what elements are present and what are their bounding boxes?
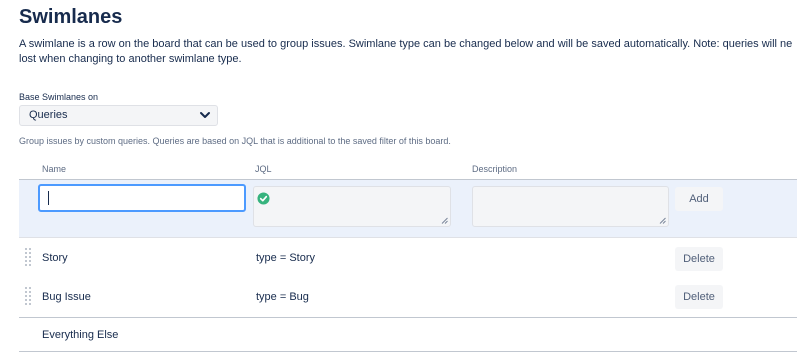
page-title: Swimlanes	[19, 6, 123, 28]
resize-handle-icon[interactable]	[659, 217, 666, 224]
everything-else-label: Everything Else	[42, 329, 119, 341]
page-description: A swimlane is a row on the board that ca…	[19, 37, 797, 67]
base-swimlanes-label: Base Swimlanes on	[19, 92, 99, 102]
swimlane-jql[interactable]: type = Bug	[256, 291, 309, 303]
base-swimlanes-select[interactable]: Queries	[19, 105, 218, 126]
swimlanes-settings-page: Swimlanes A swimlane is a row on the boa…	[0, 0, 797, 353]
delete-swimlane-button[interactable]: Delete	[675, 247, 723, 271]
row-divider	[19, 351, 797, 352]
drag-handle-icon[interactable]	[25, 287, 31, 305]
swimlane-name[interactable]: Story	[42, 252, 68, 264]
resize-handle-icon[interactable]	[441, 217, 448, 224]
check-circle-icon	[257, 192, 270, 205]
swimlane-description-input[interactable]	[472, 186, 669, 227]
text-caret	[48, 191, 49, 205]
row-divider	[19, 317, 797, 318]
swimlane-name[interactable]: Bug Issue	[42, 291, 91, 303]
base-swimlanes-value: Queries	[29, 109, 68, 121]
add-swimlane-button[interactable]: Add	[675, 187, 723, 211]
query-help-text: Group issues by custom queries. Queries …	[19, 136, 451, 146]
chevron-down-icon	[200, 112, 210, 118]
drag-handle-icon[interactable]	[25, 248, 31, 266]
swimlane-jql-input[interactable]	[253, 186, 451, 227]
description-line-2: lost when changing to another swimlane t…	[19, 53, 242, 65]
swimlane-name-input[interactable]	[38, 184, 246, 212]
description-line-1: A swimlane is a row on the board that ca…	[19, 38, 793, 50]
delete-swimlane-button[interactable]: Delete	[675, 285, 723, 309]
column-header-jql: JQL	[255, 164, 272, 174]
column-header-description: Description	[472, 164, 518, 174]
swimlane-jql[interactable]: type = Story	[256, 252, 315, 264]
column-header-name: Name	[42, 164, 67, 174]
